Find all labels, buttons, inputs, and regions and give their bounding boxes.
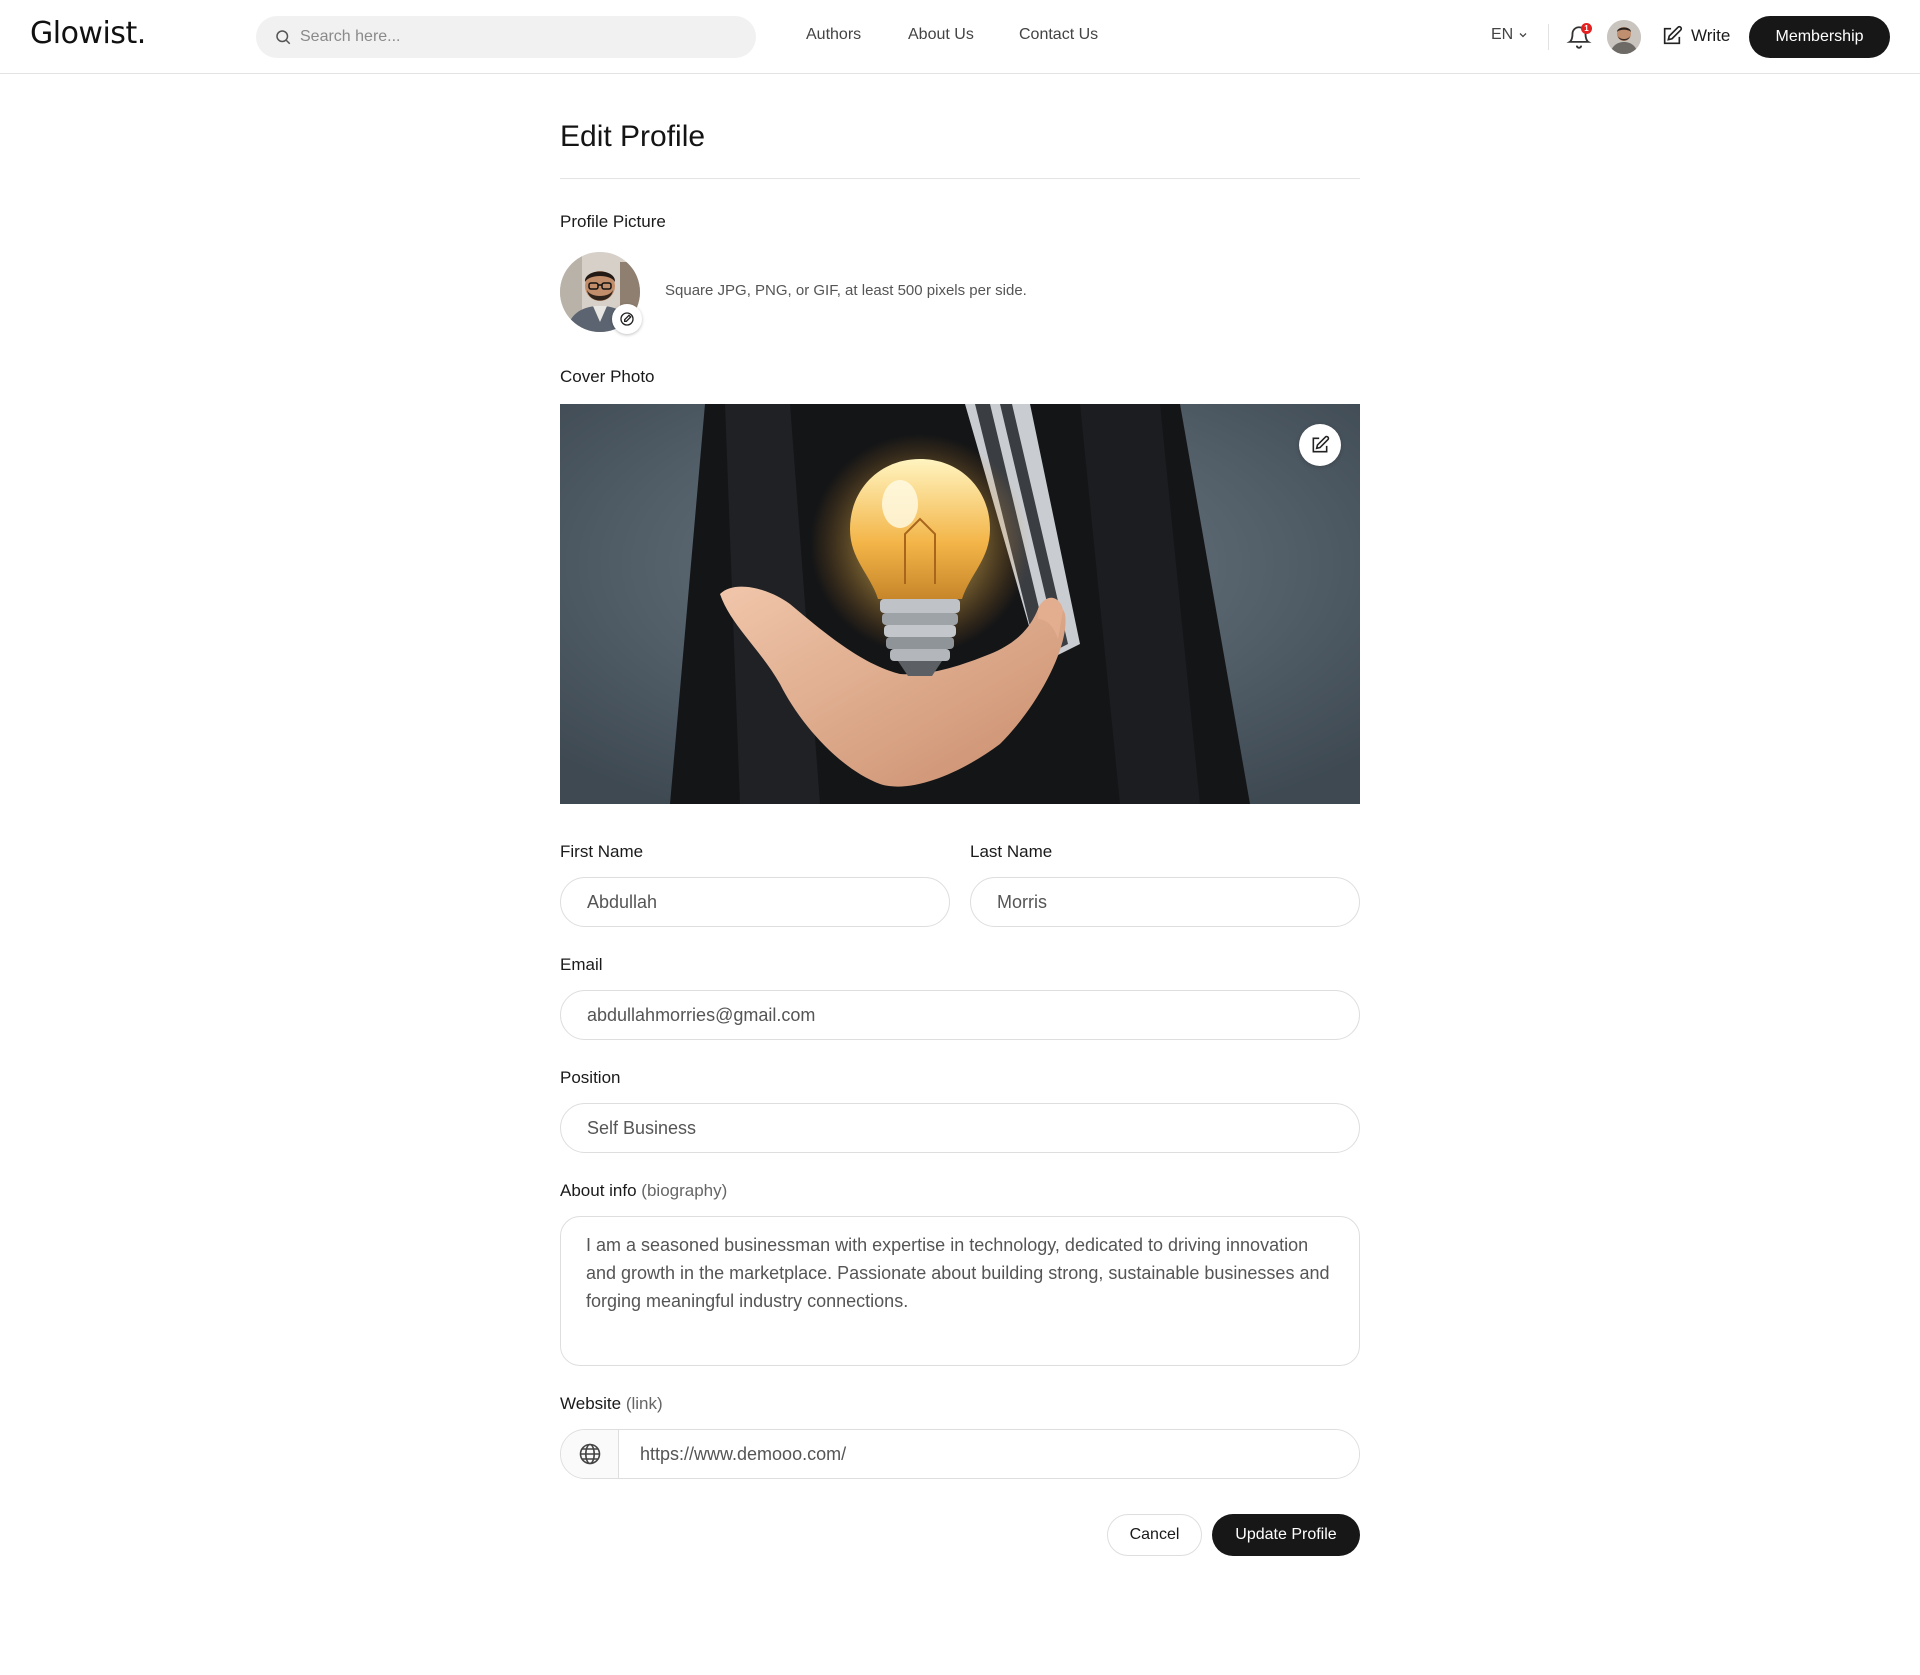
- notification-badge: 1: [1581, 23, 1592, 34]
- user-avatar[interactable]: [1607, 20, 1641, 54]
- write-button[interactable]: Write: [1661, 25, 1730, 47]
- header-divider: [1548, 24, 1549, 50]
- page-title: Edit Profile: [560, 120, 706, 153]
- about-textarea[interactable]: I am a seasoned businessman with experti…: [560, 1216, 1360, 1366]
- membership-button[interactable]: Membership: [1749, 16, 1890, 58]
- top-navbar: Glowist. Authors About Us Contact Us EN …: [0, 0, 1920, 74]
- website-icon-box: [561, 1430, 619, 1478]
- nav-contact-us[interactable]: Contact Us: [1019, 26, 1098, 44]
- website-label-sub: (link): [625, 1394, 663, 1413]
- profile-picture-label: Profile Picture: [560, 212, 666, 231]
- search-bar[interactable]: [256, 16, 756, 58]
- nav-about-us[interactable]: About Us: [908, 26, 974, 44]
- title-divider: [560, 178, 1360, 179]
- last-name-label: Last Name: [970, 842, 1053, 861]
- about-label: About info (biography): [560, 1181, 727, 1201]
- cover-photo-label: Cover Photo: [560, 367, 655, 386]
- language-label: EN: [1491, 26, 1514, 43]
- position-input[interactable]: [560, 1103, 1360, 1153]
- first-name-label: First Name: [560, 842, 644, 861]
- email-label: Email: [560, 955, 603, 974]
- update-profile-button[interactable]: Update Profile: [1212, 1514, 1360, 1556]
- chevron-down-icon: [1519, 33, 1527, 38]
- cover-photo: [560, 404, 1360, 804]
- nav-authors[interactable]: Authors: [806, 26, 861, 44]
- website-field: [560, 1429, 1360, 1479]
- last-name-input[interactable]: [970, 877, 1360, 927]
- search-icon: [276, 30, 291, 45]
- position-label: Position: [560, 1068, 621, 1087]
- notifications-button[interactable]: 1: [1566, 23, 1592, 50]
- avatar-portrait: [1607, 20, 1641, 54]
- email-input[interactable]: [560, 990, 1360, 1040]
- globe-icon: [579, 1443, 600, 1465]
- website-label: Website (link): [560, 1394, 663, 1414]
- profile-picture-edit-button[interactable]: [612, 304, 642, 334]
- camera-edit-icon: [620, 312, 634, 326]
- search-input[interactable]: [300, 16, 740, 58]
- write-label: Write: [1691, 26, 1731, 45]
- website-label-text: Website: [560, 1394, 622, 1413]
- edit-icon: [1663, 25, 1683, 45]
- website-input[interactable]: [620, 1430, 1359, 1478]
- first-name-input[interactable]: [560, 877, 950, 927]
- cover-photo-edit-button[interactable]: [1299, 424, 1341, 466]
- about-label-sub: (biography): [641, 1181, 728, 1200]
- language-selector[interactable]: EN: [1491, 26, 1529, 44]
- profile-picture-hint: Square JPG, PNG, or GIF, at least 500 pi…: [665, 282, 1027, 299]
- edit-icon: [1312, 435, 1330, 453]
- about-label-text: About info: [560, 1181, 637, 1200]
- site-logo[interactable]: Glowist.: [30, 16, 146, 51]
- cover-lightbulb-image: [560, 404, 1360, 804]
- cancel-button[interactable]: Cancel: [1107, 1514, 1202, 1556]
